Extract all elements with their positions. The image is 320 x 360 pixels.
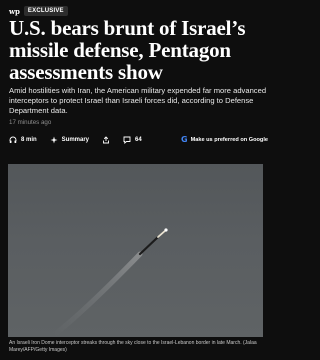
article-actions-bar: 8 min Summary 64 G Make us preferred on … xyxy=(9,134,268,146)
headphones-icon xyxy=(9,136,17,143)
google-preferred-button[interactable]: G Make us preferred on Google xyxy=(181,136,268,144)
summary-button[interactable]: Summary xyxy=(50,136,89,144)
exclusive-badge: EXCLUSIVE xyxy=(23,6,68,16)
interceptor-missile-image xyxy=(50,228,168,337)
comment-icon xyxy=(123,136,131,144)
comments-button[interactable]: 64 xyxy=(123,136,142,144)
sparkle-icon xyxy=(50,136,58,144)
google-preferred-label: Make us preferred on Google xyxy=(190,137,268,143)
header-bar: wp EXCLUSIVE xyxy=(9,6,68,16)
summary-label: Summary xyxy=(61,137,90,143)
google-icon: G xyxy=(181,135,188,144)
share-button[interactable] xyxy=(102,136,110,144)
washington-post-logo[interactable]: wp xyxy=(9,7,20,16)
comments-count: 64 xyxy=(135,137,142,143)
article-dek: Amid hostilities with Iran, the American… xyxy=(9,86,267,115)
article-photo[interactable] xyxy=(8,164,263,337)
article-timestamp: 17 minutes ago xyxy=(9,119,52,126)
share-icon xyxy=(103,136,109,144)
listen-button[interactable]: 8 min xyxy=(9,136,37,144)
read-time-label: 8 min xyxy=(21,137,37,143)
article-headline: U.S. bears brunt of Israel’s missile def… xyxy=(9,16,246,84)
photo-caption: An Israeli Iron Dome interceptor streaks… xyxy=(9,340,257,353)
